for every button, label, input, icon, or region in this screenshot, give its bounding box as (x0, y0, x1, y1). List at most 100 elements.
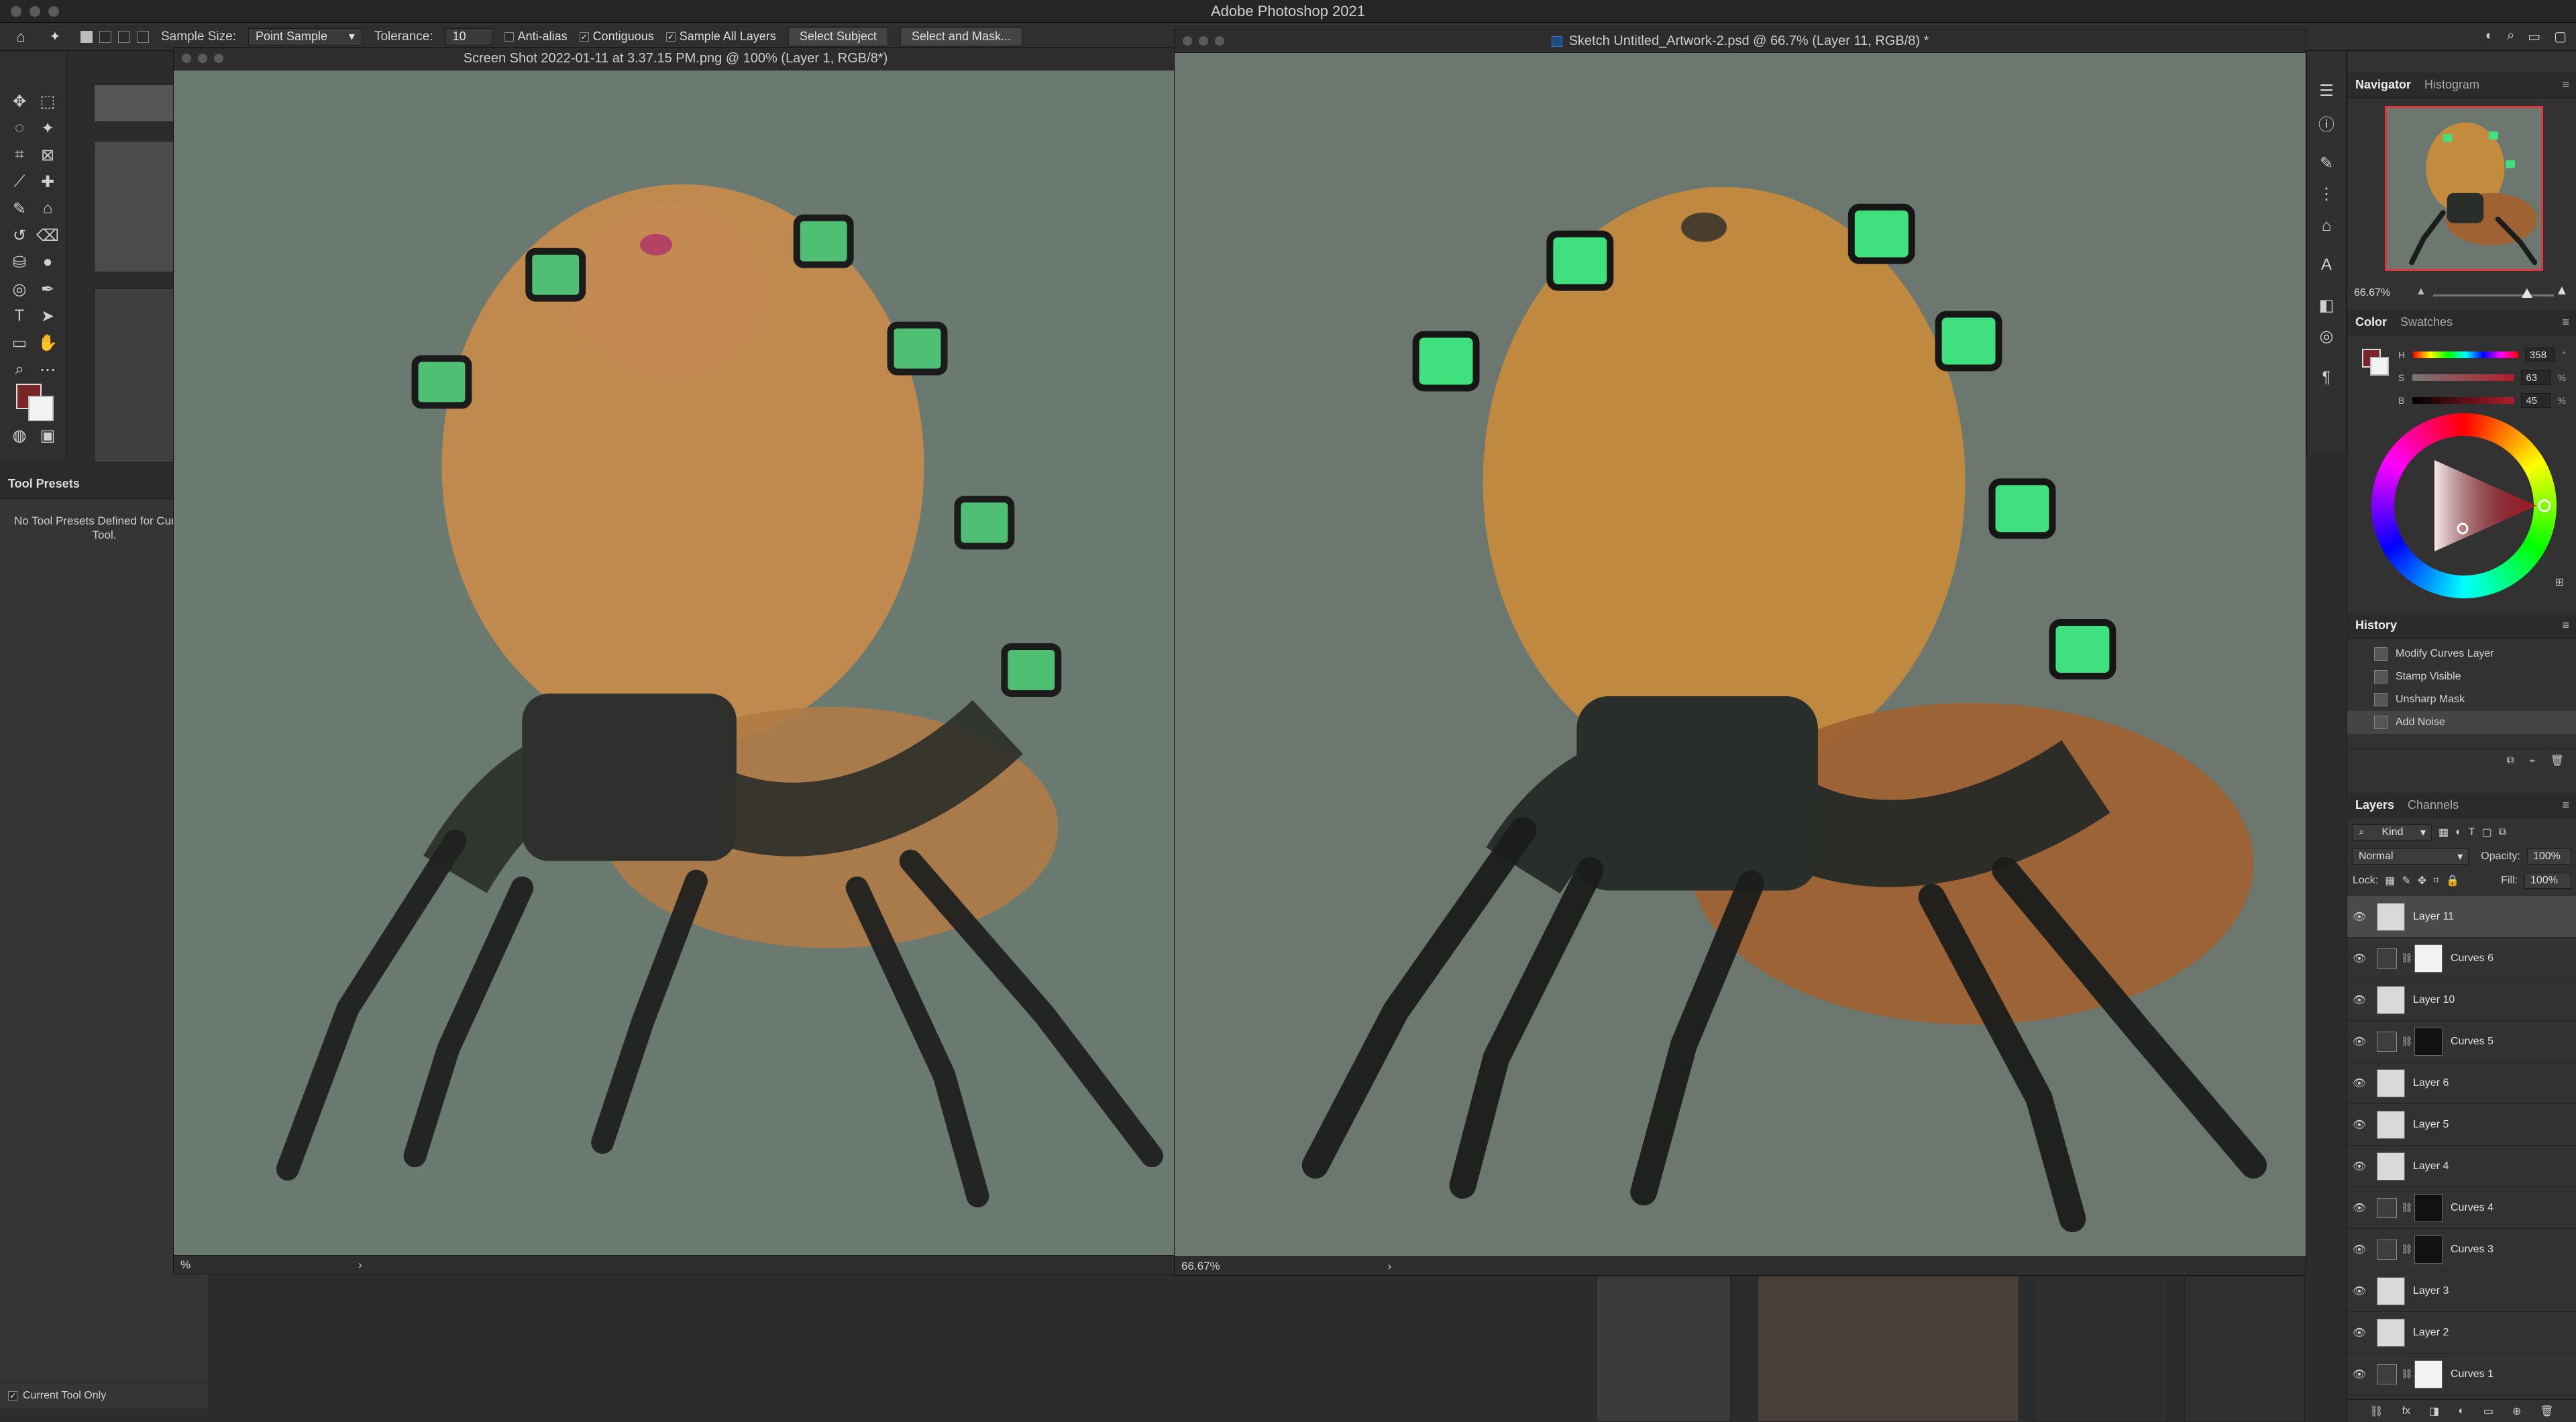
layer-row[interactable]: 👁 ⛓ Curves 5 (2347, 1021, 2576, 1062)
visibility-eye-icon[interactable]: 👁 (2347, 1077, 2371, 1090)
panel-menu-icon[interactable]: ≡ (2562, 618, 2569, 633)
layer-name[interactable]: Curves 4 (2451, 1202, 2493, 1214)
mask-link-icon[interactable]: ⛓ (2401, 952, 2413, 964)
contiguous-checkbox[interactable]: ✓ Contiguous (579, 30, 654, 44)
sample-all-layers-box[interactable]: ✓ (665, 32, 676, 42)
minimize-window-button[interactable] (30, 6, 40, 17)
clone-source-icon[interactable]: ⌂ (2315, 215, 2338, 237)
anti-alias-checkbox[interactable]: Anti-alias (504, 30, 568, 44)
layer-mask-thumbnail[interactable] (2414, 1360, 2443, 1388)
layer-row[interactable]: 👁 ⛓ Curves 3 (2347, 1229, 2576, 1270)
navigator-preview[interactable] (2385, 106, 2543, 271)
tab-color[interactable]: Color (2355, 315, 2387, 329)
add-mask-icon[interactable]: ◨ (2429, 1405, 2439, 1418)
layer-name[interactable]: Layer 6 (2413, 1077, 2449, 1089)
lasso-tool-icon[interactable]: ◌ (8, 117, 31, 140)
quick-mask-icon[interactable]: ◍ (8, 424, 31, 447)
new-selection-icon[interactable] (80, 30, 93, 43)
visibility-eye-icon[interactable]: 👁 (2347, 1284, 2371, 1298)
layer-row[interactable]: 👁 ⛓ Curves 1 (2347, 1354, 2576, 1395)
saturation-value[interactable]: 63 (2521, 370, 2551, 385)
lock-transparent-icon[interactable]: ▦ (2385, 874, 2395, 887)
workspace-icon[interactable]: ▭ (2528, 28, 2540, 45)
expand-color-icon[interactable]: ⊞ (2555, 576, 2564, 589)
history-item[interactable]: Stamp Visible (2347, 665, 2576, 688)
document-window-controls[interactable] (182, 54, 223, 63)
layer-name[interactable]: Layer 5 (2413, 1119, 2449, 1131)
select-and-mask-button[interactable]: Select and Mask... (900, 27, 1022, 46)
visibility-eye-icon[interactable]: 👁 (2347, 1368, 2371, 1381)
layer-mask-thumbnail[interactable] (2414, 1193, 2443, 1222)
add-selection-icon[interactable] (99, 30, 111, 43)
new-document-from-state-icon[interactable]: ⧉ (2507, 755, 2514, 767)
new-group-icon[interactable]: ▭ (2483, 1405, 2493, 1418)
frame-tool-icon[interactable]: ⊠ (36, 144, 59, 166)
document-canvas[interactable] (174, 70, 1177, 1255)
anti-alias-box[interactable] (504, 32, 514, 42)
color-background-swatch[interactable] (2370, 357, 2389, 376)
lock-position-icon[interactable]: ✥ (2418, 874, 2426, 887)
stamp-tool-icon[interactable]: ⌂ (36, 197, 59, 220)
layer-thumbnail[interactable] (2377, 1276, 2405, 1305)
mask-link-icon[interactable]: ⛓ (2401, 1036, 2413, 1047)
new-layer-icon[interactable]: ⊕ (2512, 1405, 2521, 1418)
chevron-right-icon[interactable]: › (1388, 1260, 1392, 1273)
layer-row[interactable]: 👁 Layer 11 (2347, 896, 2576, 938)
brush-settings-icon[interactable]: ✎ (2315, 152, 2338, 174)
layer-row[interactable]: 👁 Layer 10 (2347, 979, 2576, 1021)
layer-row[interactable]: 👁 Layer 6 (2347, 1062, 2576, 1104)
lock-artboard-icon[interactable]: ⌗ (2433, 875, 2439, 887)
layers-comp-icon[interactable]: ◎ (2315, 325, 2338, 347)
opacity-input[interactable]: 100% (2526, 849, 2571, 865)
marquee-tool-icon[interactable]: ⬚ (36, 90, 59, 113)
dodge-tool-icon[interactable]: ◎ (8, 278, 31, 300)
healing-tool-icon[interactable]: ✚ (36, 170, 59, 193)
contiguous-box[interactable]: ✓ (579, 32, 589, 42)
arrange-documents-icon[interactable]: ▢ (2554, 28, 2567, 45)
layer-kind-dropdown[interactable]: ⌕ Kind ▾ (2353, 824, 2432, 840)
tab-navigator[interactable]: Navigator (2355, 78, 2411, 92)
filter-smart-object-icon[interactable]: ⧉ (2499, 826, 2506, 838)
layer-row[interactable]: 👁 Layer 3 (2347, 1270, 2576, 1312)
tab-histogram[interactable]: Histogram (2424, 78, 2479, 92)
mask-link-icon[interactable]: ⛓ (2401, 1202, 2413, 1213)
shape-tool-icon[interactable]: ▭ (8, 331, 31, 354)
hand-tool-icon[interactable]: ✋ (36, 331, 59, 354)
history-item[interactable]: Modify Curves Layer (2347, 643, 2576, 665)
layer-thumbnail[interactable] (2377, 902, 2405, 931)
select-subject-button[interactable]: Select Subject (788, 27, 888, 46)
color-triangle[interactable] (2371, 413, 2557, 598)
filter-shape-icon[interactable]: ▢ (2482, 826, 2492, 839)
tolerance-input[interactable]: 10 (445, 28, 492, 46)
zoom-document-button[interactable] (214, 54, 223, 63)
info-icon[interactable]: ⓘ (2315, 111, 2338, 134)
hue-slider[interactable] (2412, 351, 2519, 358)
panel-menu-icon[interactable]: ≡ (2562, 798, 2569, 812)
layer-thumbnail[interactable] (2377, 1069, 2405, 1097)
layer-name[interactable]: Layer 2 (2413, 1327, 2449, 1339)
tab-swatches[interactable]: Swatches (2400, 315, 2453, 329)
character-icon[interactable]: A (2315, 254, 2338, 276)
layer-thumbnail[interactable] (2377, 1318, 2405, 1347)
delete-layer-icon[interactable]: 🗑 (2540, 1405, 2553, 1418)
layer-name[interactable]: Curves 5 (2451, 1036, 2493, 1048)
magic-wand-tool-icon[interactable]: ✦ (42, 28, 68, 46)
close-document-button[interactable] (1183, 36, 1192, 46)
layer-name[interactable]: Curves 6 (2451, 952, 2493, 965)
history-item[interactable]: Unsharp Mask (2347, 688, 2576, 711)
window-controls[interactable] (11, 6, 59, 17)
screen-mode-icon[interactable]: ▣ (36, 424, 59, 447)
more-tools-icon[interactable]: ⋯ (36, 358, 59, 381)
properties-icon[interactable]: ⋮ (2315, 182, 2338, 205)
brightness-slider[interactable] (2412, 397, 2515, 404)
visibility-eye-icon[interactable]: 👁 (2347, 993, 2371, 1007)
layer-row[interactable]: 👁 ⛓ Curves 6 (2347, 938, 2576, 979)
layer-name[interactable]: Layer 3 (2413, 1285, 2449, 1297)
close-window-button[interactable] (11, 6, 21, 17)
zoom-tool-icon[interactable]: ⌕ (8, 358, 31, 381)
document-window-controls[interactable] (1183, 36, 1224, 46)
lock-all-icon[interactable]: 🔒 (2446, 874, 2459, 887)
visibility-eye-icon[interactable]: 👁 (2347, 1160, 2371, 1173)
color-wheel[interactable] (2371, 413, 2557, 598)
intersect-selection-icon[interactable] (137, 30, 149, 43)
